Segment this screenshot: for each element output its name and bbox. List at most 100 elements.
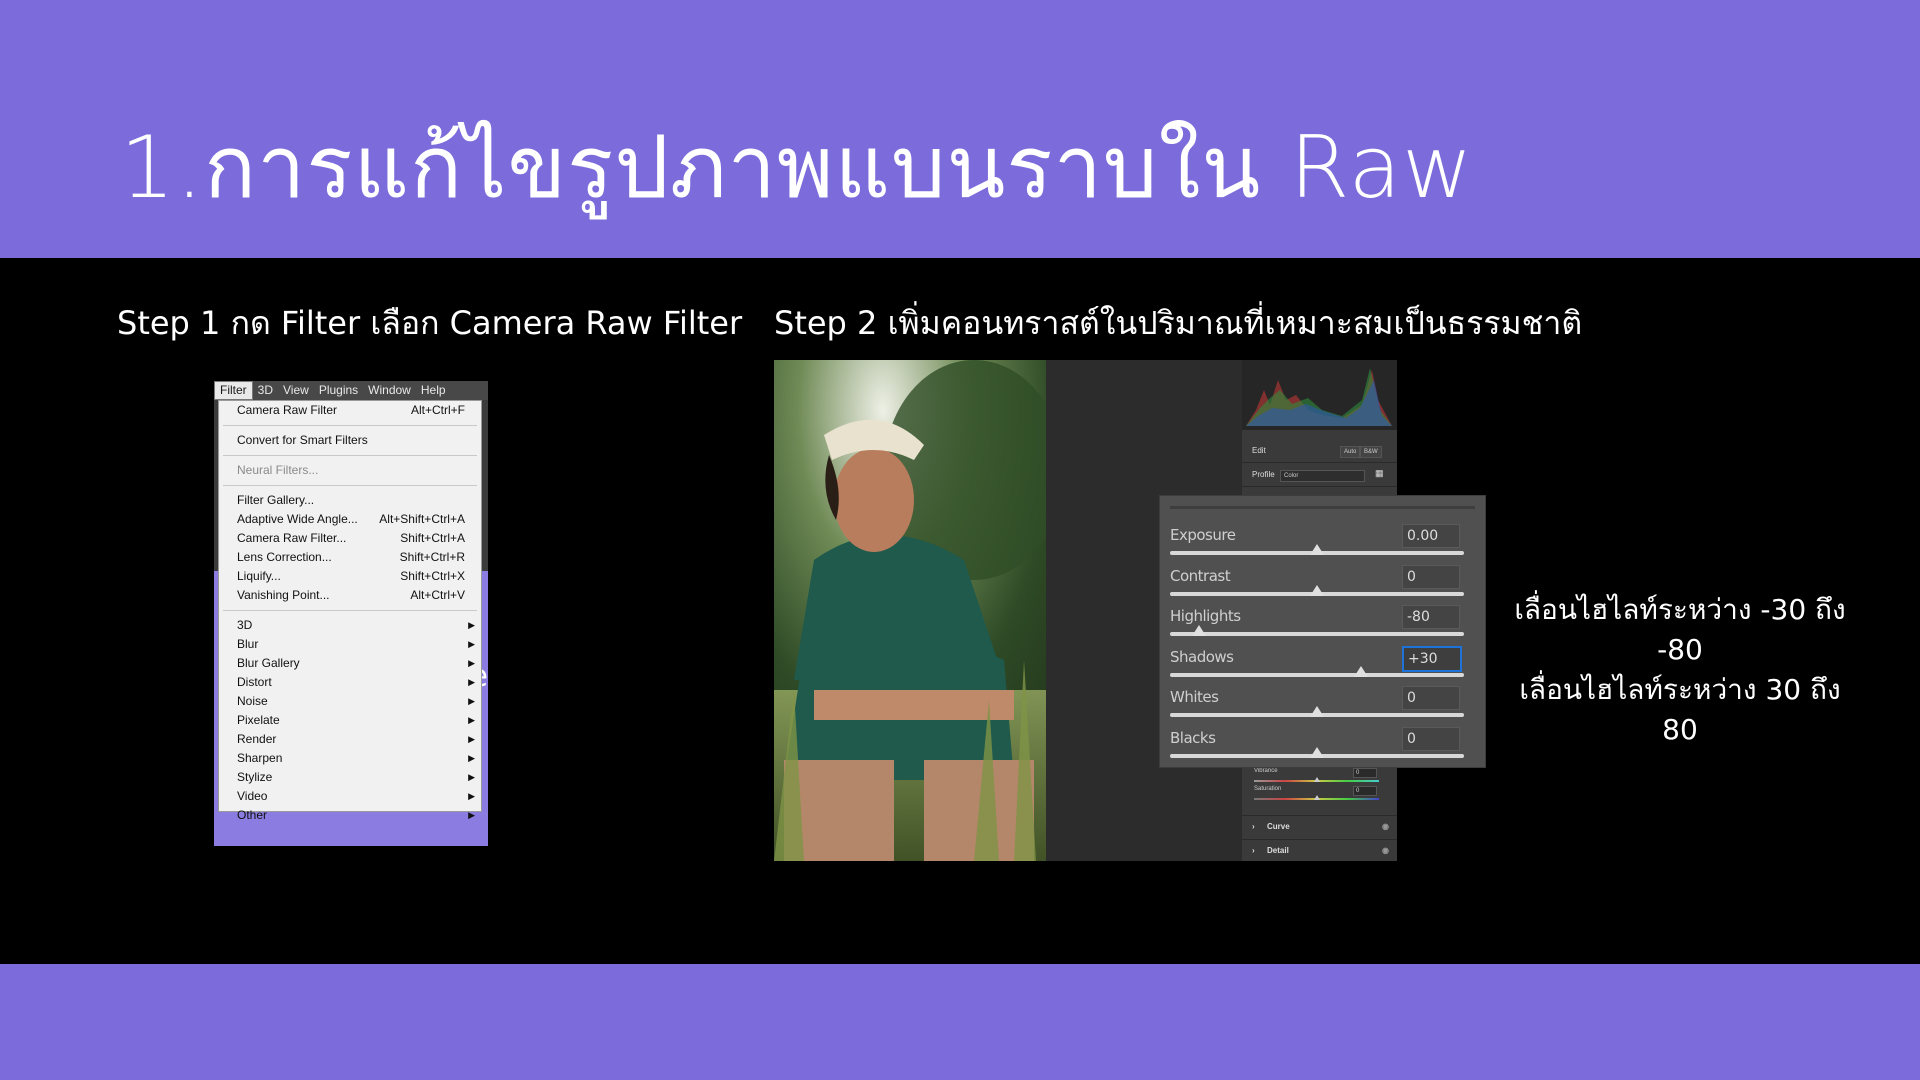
submenu-stylize[interactable]: Stylize ▶: [219, 768, 481, 787]
submenu-distort[interactable]: Distort ▶: [219, 673, 481, 692]
mini-slider-knob[interactable]: [1313, 795, 1320, 800]
submenu-render[interactable]: Render ▶: [219, 730, 481, 749]
slider-track[interactable]: [1170, 672, 1464, 677]
menubar-item-filter[interactable]: Filter: [214, 381, 253, 400]
menu-item-camera-raw-filter[interactable]: Camera Raw Filter... Shift+Ctrl+A: [219, 529, 481, 548]
mini-slider-label: Saturation: [1254, 786, 1282, 792]
menu-item-shortcut: Shift+Ctrl+R: [399, 550, 465, 564]
menu-item-label: Camera Raw Filter: [237, 403, 338, 417]
submenu-arrow-icon: ▶: [468, 620, 475, 630]
slider-knob[interactable]: [1192, 625, 1207, 636]
mini-slider-knob[interactable]: [1313, 777, 1320, 782]
slider-value-input[interactable]: 0.00: [1402, 524, 1460, 548]
slider-label: Highlights: [1170, 607, 1241, 625]
menubar-item-help[interactable]: Help: [416, 382, 451, 399]
submenu-arrow-icon: ▶: [468, 696, 475, 706]
submenu-arrow-icon: ▶: [468, 734, 475, 744]
submenu-label: 3D: [237, 618, 253, 632]
menu-item-label: Convert for Smart Filters: [237, 433, 368, 447]
menu-item-shortcut: Alt+Ctrl+F: [410, 403, 465, 417]
mini-slider-value[interactable]: 0: [1353, 768, 1377, 778]
submenu-pixelate[interactable]: Pixelate ▶: [219, 711, 481, 730]
profile-browser-icon[interactable]: ▦: [1375, 468, 1384, 479]
submenu-arrow-icon: ▶: [468, 639, 475, 649]
bw-button[interactable]: B&W: [1360, 446, 1382, 458]
submenu-arrow-icon: ▶: [468, 791, 475, 801]
slider-label: Shadows: [1170, 647, 1234, 666]
menu-separator: [223, 610, 477, 611]
submenu-label: Other: [237, 808, 268, 822]
submenu-video[interactable]: Video ▶: [219, 787, 481, 806]
slider-contrast[interactable]: Contrast 0: [1160, 564, 1485, 605]
slider-knob[interactable]: [1310, 706, 1324, 717]
menubar: Filter 3D View Plugins Window Help: [214, 381, 488, 400]
menu-item-vanishing-point[interactable]: Vanishing Point... Alt+Ctrl+V: [219, 586, 481, 605]
auto-button[interactable]: Auto: [1340, 446, 1361, 458]
menu-item-label: Neural Filters...: [237, 463, 319, 477]
menu-item-label: Lens Correction...: [237, 550, 332, 564]
slide-title: 1.การแก้ไขรูปภาพแบนราบใน Raw: [120, 118, 1474, 218]
menu-item-shortcut: Alt+Ctrl+V: [410, 588, 465, 602]
menu-item-liquify[interactable]: Liquify... Shift+Ctrl+X: [219, 567, 481, 586]
slider-label: Whites: [1170, 688, 1219, 706]
submenu-label: Pixelate: [237, 713, 280, 727]
menu-item-adaptive-wide-angle[interactable]: Adaptive Wide Angle... Alt+Shift+Ctrl+A: [219, 510, 481, 529]
mini-slider-saturation[interactable]: Saturation 0: [1250, 786, 1385, 804]
menubar-item-window[interactable]: Window: [363, 382, 416, 399]
submenu-noise[interactable]: Noise ▶: [219, 692, 481, 711]
menu-item-neural-filters[interactable]: Neural Filters...: [219, 461, 481, 480]
menu-item-label: Liquify...: [237, 569, 281, 583]
menubar-item-3d[interactable]: 3D: [253, 382, 278, 399]
slider-value-input[interactable]: 0: [1402, 686, 1460, 710]
section-detail[interactable]: › Detail ◉: [1242, 839, 1397, 862]
slider-knob[interactable]: [1310, 746, 1324, 758]
chevron-right-icon: ›: [1252, 846, 1255, 855]
slider-shadows[interactable]: Shadows +30: [1160, 645, 1485, 686]
menu-item-label: Vanishing Point...: [237, 588, 330, 602]
mini-slider-vibrance[interactable]: Vibrance 0: [1250, 768, 1385, 786]
slider-blacks[interactable]: Blacks 0: [1160, 726, 1485, 767]
slider-value-input[interactable]: -80: [1402, 605, 1460, 629]
chevron-right-icon: ›: [1252, 822, 1255, 831]
menu-item-lens-correction[interactable]: Lens Correction... Shift+Ctrl+R: [219, 548, 481, 567]
slider-value-input[interactable]: +30: [1402, 645, 1462, 672]
submenu-arrow-icon: ▶: [468, 715, 475, 725]
slider-value-input[interactable]: 0: [1402, 564, 1460, 589]
section-curve[interactable]: › Curve ◉: [1242, 815, 1397, 838]
submenu-other[interactable]: Other ▶: [219, 806, 481, 825]
slider-knob[interactable]: [1310, 584, 1324, 596]
filter-dropdown: Camera Raw Filter Alt+Ctrl+F Convert for S…: [218, 400, 482, 822]
profile-select[interactable]: Color: [1280, 470, 1365, 482]
submenu-blur[interactable]: Blur ▶: [219, 635, 481, 654]
menubar-item-view[interactable]: View: [278, 382, 314, 399]
section-label: Curve: [1267, 822, 1290, 831]
menu-item-label: Filter Gallery...: [237, 493, 315, 507]
slider-value-input[interactable]: 0: [1402, 726, 1460, 751]
slider-knob[interactable]: [1310, 544, 1324, 555]
note-line-2: เลื่อนไฮไลท์ระหว่าง 30 ถึง 80: [1519, 673, 1841, 746]
step2-label: Step 2 เพิ่มคอนทราสต์ในปริมาณที่เหมาะสมเ…: [774, 304, 1583, 342]
edit-header: Edit Auto B&W: [1242, 440, 1397, 463]
zoom-divider: [1170, 506, 1475, 509]
menu-item-filter-gallery[interactable]: Filter Gallery...: [219, 491, 481, 510]
menu-item-convert-for-smart-filters[interactable]: Convert for Smart Filters: [219, 431, 481, 450]
photoshop-filter-menu-screenshot: e Filter3DViewPluginsWindowHelp Camera R…: [214, 381, 488, 846]
submenu-blur-gallery[interactable]: Blur Gallery ▶: [219, 654, 481, 673]
slider-knob[interactable]: [1354, 665, 1369, 677]
section-label: Detail: [1267, 846, 1289, 855]
menubar-item-plugins[interactable]: Plugins: [314, 382, 363, 399]
slider-track[interactable]: [1170, 632, 1464, 636]
submenu-arrow-icon: ▶: [468, 753, 475, 763]
submenu-3d[interactable]: 3D ▶: [219, 616, 481, 635]
eye-icon[interactable]: ◉: [1382, 846, 1389, 855]
submenu-sharpen[interactable]: Sharpen ▶: [219, 749, 481, 768]
menu-item-shortcut: Shift+Ctrl+X: [400, 569, 465, 583]
mini-slider-value[interactable]: 0: [1353, 786, 1377, 796]
slider-exposure[interactable]: Exposure 0.00: [1160, 524, 1485, 564]
slider-whites[interactable]: Whites 0: [1160, 686, 1485, 726]
slider-highlights[interactable]: Highlights -80: [1160, 605, 1485, 645]
eye-icon[interactable]: ◉: [1382, 822, 1389, 831]
note-line-1: เลื่อนไฮไลท์ระหว่าง -30 ถึง -80: [1514, 593, 1846, 666]
menu-item-shortcut: Shift+Ctrl+A: [400, 531, 465, 545]
menu-item-camera-raw-filter[interactable]: Camera Raw Filter Alt+Ctrl+F: [219, 401, 481, 420]
